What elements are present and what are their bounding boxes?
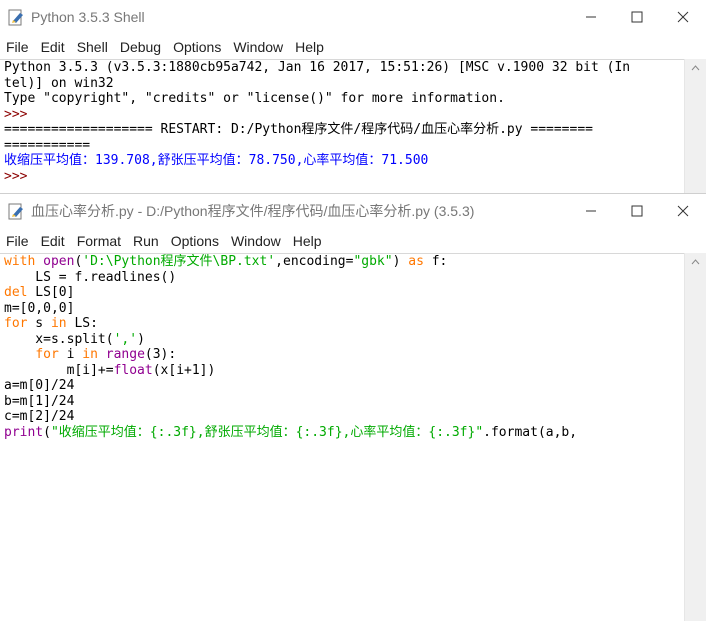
keyword: for [4, 316, 28, 331]
code-text: (3): [144, 347, 177, 362]
close-button[interactable] [660, 0, 706, 34]
editor-scrollbar[interactable] [684, 253, 706, 621]
string-literal: "gbk" [353, 254, 393, 269]
code-line: with open('D:\Python程序文件\BP.txt',encodin… [0, 254, 685, 270]
keyword: as [408, 254, 424, 269]
code-text: LS: [66, 316, 98, 331]
info-line: Type "copyright", "credits" or "license(… [4, 91, 505, 106]
shell-scrollbar[interactable] [684, 59, 706, 193]
prompt-line: >>> [4, 106, 28, 122]
scroll-up-arrow[interactable] [685, 59, 706, 76]
keyword: in [50, 316, 67, 331]
menu-help[interactable]: Help [287, 233, 328, 249]
code-line: for s in LS: [0, 316, 685, 332]
code-text: ) [392, 254, 409, 269]
code-text: x=s.split( [4, 331, 114, 347]
chevron-up-icon [691, 64, 700, 70]
prompt-line: >>> [4, 168, 28, 184]
keyword: for [35, 347, 59, 362]
builtin: range [105, 347, 145, 362]
restart-line: =========== [4, 137, 91, 153]
code-line: b=m[1]/24 [4, 393, 75, 409]
builtin: print [4, 424, 44, 440]
restart-line: =================== RESTART: D:/Python程序… [4, 122, 593, 137]
shell-output[interactable]: Python 3.5.3 (v3.5.3:1880cb95a742, Jan 1… [0, 59, 685, 193]
code-text: f: [423, 254, 448, 269]
code-text: LS[0] [27, 285, 75, 300]
shell-window: Python 3.5.3 Shell File Edit Shell Debug… [0, 0, 706, 193]
builtin: float [113, 362, 153, 378]
editor-menubar: File Edit Format Run Options Window Help [0, 228, 706, 253]
string-literal: ',' [113, 331, 138, 347]
code-line: LS = f.readlines() [4, 269, 177, 285]
minimize-icon [586, 210, 596, 212]
python-icon [8, 9, 25, 26]
menu-file[interactable]: File [0, 39, 35, 55]
code-text: ,encoding= [275, 254, 354, 269]
keyword: del [4, 285, 28, 300]
keyword: in [82, 347, 98, 362]
code-line: m=[0,0,0] [4, 300, 75, 316]
string-literal: "收缩压平均值：{:.3f},舒张压平均值：{:.3f},心率平均值：{:.3f… [50, 424, 484, 440]
code-line: a=m[0]/24 [4, 378, 75, 393]
editor-titlebar: 血压心率分析.py - D:/Python程序文件/程序代码/血压心率分析.py… [0, 194, 706, 228]
banner-line: Python 3.5.3 (v3.5.3:1880cb95a742, Jan 1… [4, 60, 631, 75]
code-text: ) [137, 331, 145, 347]
menu-debug[interactable]: Debug [114, 39, 167, 55]
maximize-icon [631, 205, 643, 217]
minimize-icon [586, 16, 596, 18]
code-text: s [27, 316, 51, 331]
code-line: print("收缩压平均值：{:.3f},舒张压平均值：{:.3f},心率平均值… [0, 425, 685, 441]
minimize-button[interactable] [568, 0, 614, 34]
code-text: .format(a,b, [483, 424, 578, 440]
shell-titlebar: Python 3.5.3 Shell [0, 0, 706, 34]
code-text: ( [43, 424, 51, 440]
banner-line: tel)] on win32 [4, 75, 114, 91]
menu-window[interactable]: Window [225, 233, 287, 249]
menu-format[interactable]: Format [71, 233, 127, 249]
code-text: m[i]+= [4, 362, 114, 378]
close-icon [677, 205, 689, 217]
keyword: with [4, 254, 36, 269]
menu-run[interactable]: Run [127, 233, 165, 249]
menu-options[interactable]: Options [165, 233, 225, 249]
code-line: m[i]+=float(x[i+1]) [0, 363, 685, 379]
code-text: (x[i+1]) [152, 362, 216, 378]
code-text: i [58, 347, 83, 362]
chevron-up-icon [691, 258, 700, 264]
string-literal: 'D:\Python程序文件\BP.txt' [82, 254, 276, 269]
menu-edit[interactable]: Edit [35, 39, 71, 55]
code-editor[interactable]: with open ( 'D:\Python程序文件\BP.txt',encodin… [0, 253, 685, 621]
maximize-button[interactable] [614, 0, 660, 34]
builtin: open [43, 254, 75, 269]
maximize-button[interactable] [614, 194, 660, 228]
minimize-button[interactable] [568, 194, 614, 228]
code-line: del LS[0] [0, 285, 685, 301]
window-title: Python 3.5.3 Shell [31, 9, 145, 25]
program-output: 收缩压平均值：139.708,舒张压平均值：78.750,心率平均值：71.50… [4, 153, 429, 168]
menu-help[interactable]: Help [289, 39, 330, 55]
close-icon [677, 11, 689, 23]
menu-options[interactable]: Options [167, 39, 227, 55]
menu-edit[interactable]: Edit [35, 233, 71, 249]
menu-file[interactable]: File [0, 233, 35, 249]
close-button[interactable] [660, 194, 706, 228]
maximize-icon [631, 11, 643, 23]
code-line: c=m[2]/24 [4, 409, 75, 424]
shell-menubar: File Edit Shell Debug Options Window Hel… [0, 34, 706, 59]
menu-window[interactable]: Window [227, 39, 289, 55]
code-line: for i in range(3): [0, 347, 685, 363]
scroll-up-arrow[interactable] [685, 253, 706, 270]
menu-shell[interactable]: Shell [71, 39, 114, 55]
python-file-icon [8, 203, 25, 220]
window-title: 血压心率分析.py - D:/Python程序文件/程序代码/血压心率分析.py… [31, 203, 475, 219]
code-line: x=s.split(',') [0, 332, 685, 348]
editor-window: 血压心率分析.py - D:/Python程序文件/程序代码/血压心率分析.py… [0, 193, 706, 621]
